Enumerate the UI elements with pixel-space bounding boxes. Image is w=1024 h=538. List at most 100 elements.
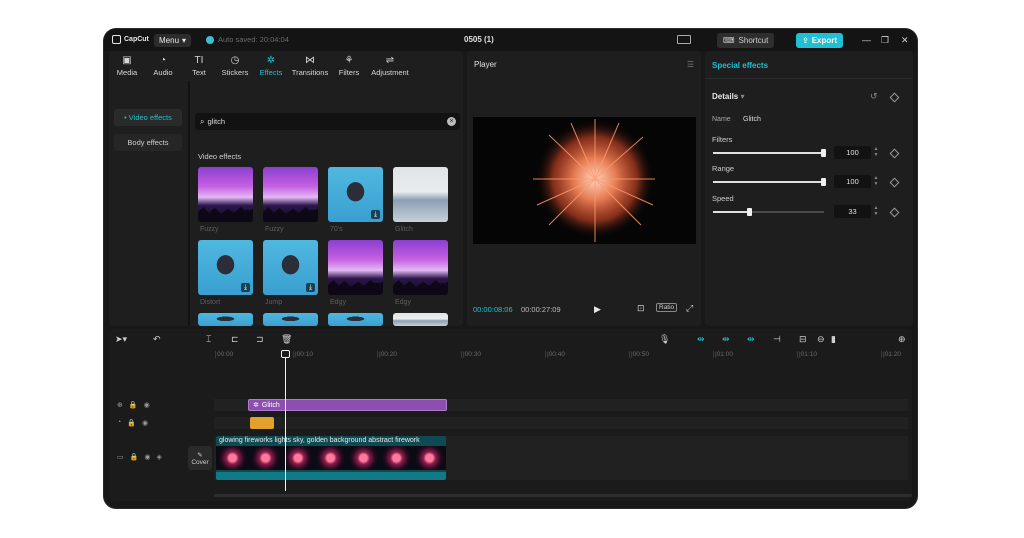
effect-card[interactable] xyxy=(393,313,448,326)
download-icon[interactable]: ⤓ xyxy=(436,283,445,292)
split-preview-icon[interactable]: ⊣ xyxy=(773,334,781,344)
tool-filters[interactable]: ⚘ Filters xyxy=(331,51,367,81)
zoom-fit-icon[interactable]: ⊕ xyxy=(898,334,906,344)
lock-icon[interactable]: 🔒 xyxy=(129,401,138,409)
effect-card-edgy-2[interactable]: ⤓ xyxy=(393,240,448,295)
download-icon[interactable]: ⤓ xyxy=(306,283,315,292)
effect-card-fuzzy-1[interactable]: ⤓ xyxy=(198,167,253,222)
speed-slider[interactable] xyxy=(713,208,824,216)
tool-transitions[interactable]: ⋈ Transitions xyxy=(289,51,331,81)
select-cursor-icon[interactable]: ➤▾ xyxy=(115,334,127,344)
fullscreen-icon[interactable]: ⤢ xyxy=(686,303,693,314)
close-icon[interactable]: ✕ xyxy=(901,35,909,45)
search-input[interactable]: ⌕ glitch × xyxy=(195,113,460,130)
eye-icon[interactable]: ◉ xyxy=(142,419,148,427)
download-icon[interactable]: ⤓ xyxy=(241,210,250,219)
details-section-title[interactable]: Details ▾ xyxy=(712,92,744,101)
playhead-line[interactable] xyxy=(285,353,286,491)
keyframe-icon[interactable] xyxy=(889,177,900,188)
effect-card-fuzzy-2[interactable]: ⤓ xyxy=(263,167,318,222)
clear-search-icon[interactable]: × xyxy=(447,117,456,126)
filters-stepper-icon[interactable]: ▲ ▼ xyxy=(872,146,880,159)
ratio-button[interactable]: Ratio xyxy=(656,303,678,312)
snapshot-icon[interactable]: ⊡ xyxy=(637,303,645,314)
delete-icon[interactable]: 🗑 xyxy=(281,334,292,344)
lock-icon[interactable]: 🔒 xyxy=(130,453,139,461)
effect-card[interactable] xyxy=(328,313,383,326)
ruler-tick-label: 00:00 xyxy=(214,351,234,358)
maximize-icon[interactable]: ❐ xyxy=(881,35,889,45)
category-video-effects[interactable]: • Video effects xyxy=(114,109,182,126)
minimize-icon[interactable]: — xyxy=(862,35,871,45)
effect-track-icon: ⊕ xyxy=(117,402,123,409)
tool-text-label: Text xyxy=(192,67,206,77)
microphone-icon[interactable]: 🎙 xyxy=(659,334,670,344)
caption-icon[interactable]: ⊟ xyxy=(799,334,807,344)
download-icon[interactable]: ⤓ xyxy=(241,283,250,292)
split-icon[interactable]: ⌶ xyxy=(206,334,211,344)
magnet-snap-icon[interactable]: ⇹ xyxy=(722,334,730,344)
tool-text[interactable]: TI Text xyxy=(181,51,217,81)
playhead-handle[interactable] xyxy=(281,350,290,358)
effect-card-jump[interactable]: ⤓ xyxy=(263,240,318,295)
adjustment-clip[interactable] xyxy=(250,417,274,429)
zoom-slider-handle[interactable]: ▮ xyxy=(831,334,836,344)
undo-icon[interactable]: ↶ xyxy=(153,334,161,344)
tool-stickers[interactable]: ◷ Stickers xyxy=(217,51,253,81)
hamburger-menu-icon[interactable]: ☰ xyxy=(687,60,694,69)
range-slider-handle[interactable] xyxy=(821,178,826,186)
glitch-effect-clip[interactable]: ✲ Glitch xyxy=(248,399,447,411)
effect-card-edgy-1[interactable]: ⤓ xyxy=(328,240,383,295)
speed-stepper-icon[interactable]: ▲ ▼ xyxy=(872,205,880,218)
ruler-tick-label: |00:20 xyxy=(377,351,397,358)
layout-icon[interactable] xyxy=(677,35,691,44)
effect-card[interactable] xyxy=(263,313,318,326)
filters-value-field[interactable]: 100 xyxy=(834,146,871,159)
range-slider[interactable] xyxy=(713,178,826,186)
range-stepper-icon[interactable]: ▲ ▼ xyxy=(872,175,880,188)
effect-card-distort[interactable]: ⤓ xyxy=(198,240,253,295)
zoom-out-icon[interactable]: ⊖ xyxy=(817,334,825,344)
speed-value-field[interactable]: 33 xyxy=(834,205,871,218)
eye-icon[interactable]: ◉ xyxy=(144,453,150,461)
download-icon[interactable]: ⤓ xyxy=(371,283,380,292)
effect-card[interactable] xyxy=(198,313,253,326)
link-main-track-icon[interactable]: ⇹ xyxy=(697,334,705,344)
cover-button[interactable]: ✎ Cover xyxy=(188,446,212,470)
play-icon[interactable]: ▶ xyxy=(594,304,601,315)
timeline-horizontal-scrollbar[interactable] xyxy=(214,494,912,497)
download-icon[interactable]: ⤓ xyxy=(306,210,315,219)
filters-slider[interactable] xyxy=(713,149,826,157)
export-button[interactable]: ⇪ Export xyxy=(796,33,844,48)
tool-media[interactable]: ▣ Media xyxy=(109,51,145,81)
category-body-effects[interactable]: Body effects xyxy=(114,134,182,151)
auto-link-icon[interactable]: ⇹ xyxy=(747,334,755,344)
firework-video-clip[interactable]: glowing fireworks lights sky, golden bac… xyxy=(216,436,446,480)
keyframe-icon[interactable] xyxy=(889,148,900,159)
reset-icon[interactable]: ↺ xyxy=(870,91,878,102)
trim-right-icon[interactable]: ⊐ xyxy=(256,334,264,344)
audio-mute-icon[interactable]: ◈ xyxy=(156,453,161,461)
tool-audio-label: Audio xyxy=(153,67,173,77)
eye-icon[interactable]: ◉ xyxy=(144,401,150,409)
lock-icon[interactable]: 🔒 xyxy=(127,419,136,427)
menu-button[interactable]: Menu ▾ xyxy=(154,34,192,47)
keyframe-icon[interactable] xyxy=(889,92,900,103)
effect-card-70s[interactable]: ⤓ xyxy=(328,167,383,222)
speed-slider-handle[interactable] xyxy=(746,208,752,216)
tool-effects[interactable]: ✲ Effects xyxy=(253,51,289,81)
video-frame-thumbnail xyxy=(216,446,249,470)
trim-left-icon[interactable]: ⊏ xyxy=(231,334,239,344)
download-icon[interactable]: ⤓ xyxy=(371,210,380,219)
tab-special-effects[interactable]: Special effects xyxy=(712,61,768,70)
keyframe-icon[interactable] xyxy=(889,207,900,218)
tool-adjustment[interactable]: ⇌ Adjustment xyxy=(367,51,413,81)
range-value-field[interactable]: 100 xyxy=(834,175,871,188)
tool-filters-label: Filters xyxy=(338,67,360,77)
shortcut-button-label: Shortcut xyxy=(738,36,769,45)
shortcut-button[interactable]: ⌨ Shortcut xyxy=(717,33,775,48)
tool-audio[interactable]: ◔ Audio xyxy=(145,51,181,81)
total-time: 00:00:27:09 xyxy=(521,305,561,314)
effect-card-glitch[interactable] xyxy=(393,167,448,222)
filters-slider-handle[interactable] xyxy=(821,149,826,157)
